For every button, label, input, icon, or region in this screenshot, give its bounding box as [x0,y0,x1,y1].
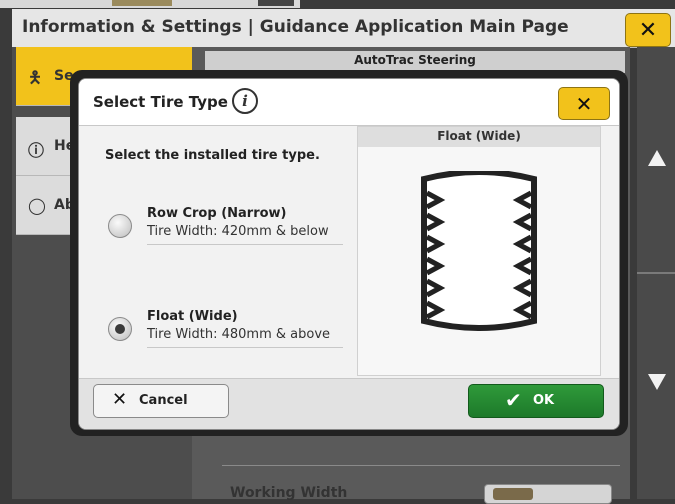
option-subtitle: Tire Width: 480mm & above [147,327,331,342]
working-width-control[interactable] [484,484,612,504]
radio-selected-dot [115,324,125,334]
dialog-header: Select Tire Type i ✕ [79,79,619,126]
divider [222,465,620,466]
chat-icon: ◯ [28,196,46,215]
option-underline [147,347,343,348]
working-width-knob [493,488,533,500]
close-button[interactable]: ✕ [625,13,671,47]
close-icon: ✕ [575,91,593,116]
radio-float[interactable] [108,317,132,341]
option-subtitle: Tire Width: 420mm & below [147,224,329,239]
top-strip-segment [258,0,294,6]
radio-row-crop[interactable] [108,214,132,238]
preview-title: Float (Wide) [358,127,600,147]
person-icon: 🯅 [28,68,43,87]
dialog-prompt: Select the installed tire type. [105,148,320,163]
info-icon[interactable]: i [232,88,258,114]
dialog-body: Select the installed tire type. Row Crop… [79,126,619,378]
dialog-footer: ✕ Cancel ✔ OK [79,378,619,429]
option-float[interactable]: Float (Wide) Tire Width: 480mm & above [105,309,343,355]
checkmark-icon: ✔ [505,388,522,412]
top-strip-segment [112,0,172,6]
option-underline [147,244,343,245]
select-tire-dialog: Select Tire Type i ✕ Select the installe… [78,78,620,430]
cancel-label: Cancel [139,393,188,408]
cancel-icon: ✕ [112,389,128,410]
tire-preview: Float (Wide) [357,126,601,376]
ok-label: OK [533,393,555,408]
scroll-down-icon[interactable] [648,374,666,390]
tire-icon [421,171,537,331]
page-title: Information & Settings | Guidance Applic… [22,17,569,37]
ok-button[interactable]: ✔ OK [468,384,604,418]
scroll-divider [637,272,675,274]
option-row-crop[interactable]: Row Crop (Narrow) Tire Width: 420mm & be… [105,206,343,252]
dialog-title: Select Tire Type [93,93,228,111]
scroll-up-icon[interactable] [648,150,666,166]
dialog-close-button[interactable]: ✕ [558,87,610,120]
option-title: Row Crop (Narrow) [147,206,287,221]
help-icon: ⓘ [28,141,45,160]
cancel-button[interactable]: ✕ Cancel [93,384,229,418]
page-header: Information & Settings | Guidance Applic… [12,9,675,48]
option-title: Float (Wide) [147,309,238,324]
top-strip [0,0,300,8]
close-icon: ✕ [638,17,658,43]
